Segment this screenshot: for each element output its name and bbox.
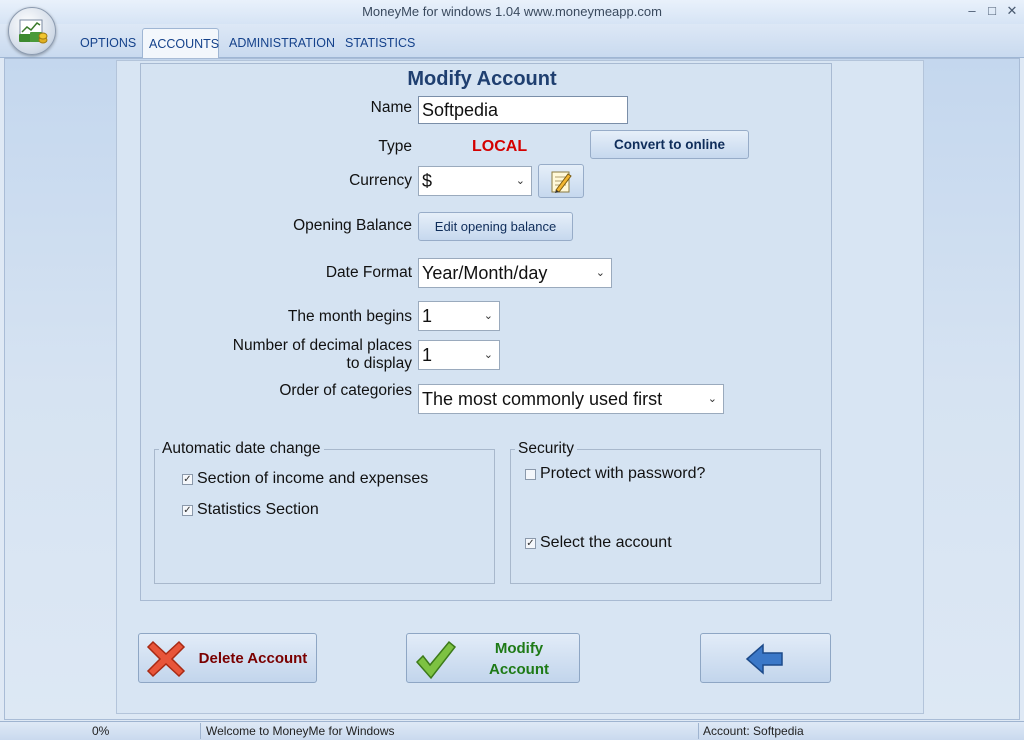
decimal-places-label-line1: Number of decimal places [232,337,412,354]
modify-account-label-line2: Account [489,661,549,678]
delete-account-label: Delete Account [198,650,308,667]
currency-label: Currency [349,172,412,189]
month-begins-select[interactable]: 1 ⌄ [418,301,500,331]
account-type-value: LOCAL [472,138,528,155]
maximize-button[interactable]: □ [982,3,1002,18]
chevron-down-icon: ⌄ [483,310,493,322]
month-begins-label: The month begins [287,308,412,325]
decimal-places-select[interactable]: 1 ⌄ [418,340,500,370]
protect-password-label: Protect with password? [540,465,706,482]
status-message: Welcome to MoneyMe for Windows [206,724,395,738]
convert-to-online-button[interactable]: Convert to online [590,130,749,159]
name-label: Name [370,99,412,116]
income-expenses-checkbox[interactable]: ✓ [182,474,193,485]
modify-account-button[interactable]: Modify Account [406,633,580,683]
statistics-section-checkbox[interactable]: ✓ [182,505,193,516]
select-account-checkbox[interactable]: ✓ [525,538,536,549]
date-format-value: Year/Month/day [422,263,548,283]
green-check-icon [415,640,457,680]
page-title: Modify Account [407,68,557,90]
chevron-down-icon: ⌄ [483,349,493,361]
edit-opening-balance-button[interactable]: Edit opening balance [418,212,573,241]
title-bar: MoneyMe for windows 1.04 www.moneymeapp.… [0,0,1024,24]
status-account: Account: Softpedia [703,724,804,738]
categories-order-select[interactable]: The most commonly used first ⌄ [418,384,724,414]
status-bar: 0% Welcome to MoneyMe for Windows Accoun… [0,721,1024,740]
pencil-notepad-icon [551,171,572,193]
month-begins-value: 1 [422,306,433,326]
tab-statistics[interactable]: STATISTICS [339,28,421,58]
protect-password-checkbox[interactable] [525,469,536,480]
currency-select[interactable]: $ ⌄ [418,166,532,196]
chevron-down-icon: ⌄ [595,267,605,279]
date-format-select[interactable]: Year/Month/day ⌄ [418,258,612,288]
modify-account-label-line1: Modify [494,640,544,657]
tab-accounts[interactable]: ACCOUNTS [142,28,219,59]
security-title: Security [515,440,577,458]
edit-currency-button[interactable] [538,164,584,198]
chevron-down-icon: ⌄ [707,393,717,405]
chevron-down-icon: ⌄ [515,175,525,187]
type-label: Type [378,138,412,155]
income-expenses-label: Section of income and expenses [197,470,429,487]
modify-account-label: Modify Account [469,638,569,680]
delete-account-button[interactable]: Delete Account [138,633,317,683]
decimal-places-label: Number of decimal places to display [200,337,412,373]
currency-value: $ [422,171,433,191]
auto-date-change-title: Automatic date change [159,440,324,458]
minimize-button[interactable]: – [962,3,982,18]
decimal-places-value: 1 [422,345,433,365]
money-chart-icon [19,19,48,44]
categories-order-label: Order of categories [279,382,412,399]
name-field[interactable] [418,96,628,124]
opening-balance-label: Opening Balance [293,217,412,234]
close-button[interactable]: ✕ [1002,3,1022,19]
ribbon-tabs: OPTIONS ACCOUNTS ADMINISTRATION STATISTI… [0,24,1024,59]
red-x-icon [146,640,186,678]
status-separator [698,723,699,739]
window-title: MoneyMe for windows 1.04 www.moneymeapp.… [362,4,662,19]
decimal-places-label-line2: to display [346,355,412,372]
app-menu-button[interactable] [8,7,56,55]
date-format-label: Date Format [325,264,412,281]
back-button[interactable] [700,633,831,683]
select-account-label: Select the account [540,534,672,551]
progress-text: 0% [92,724,110,738]
blue-left-arrow-icon [745,643,783,675]
categories-order-value: The most commonly used first [422,389,663,409]
status-separator [200,723,201,739]
tab-administration[interactable]: ADMINISTRATION [223,28,341,58]
tab-options[interactable]: OPTIONS [74,28,142,58]
statistics-section-label: Statistics Section [197,501,319,518]
